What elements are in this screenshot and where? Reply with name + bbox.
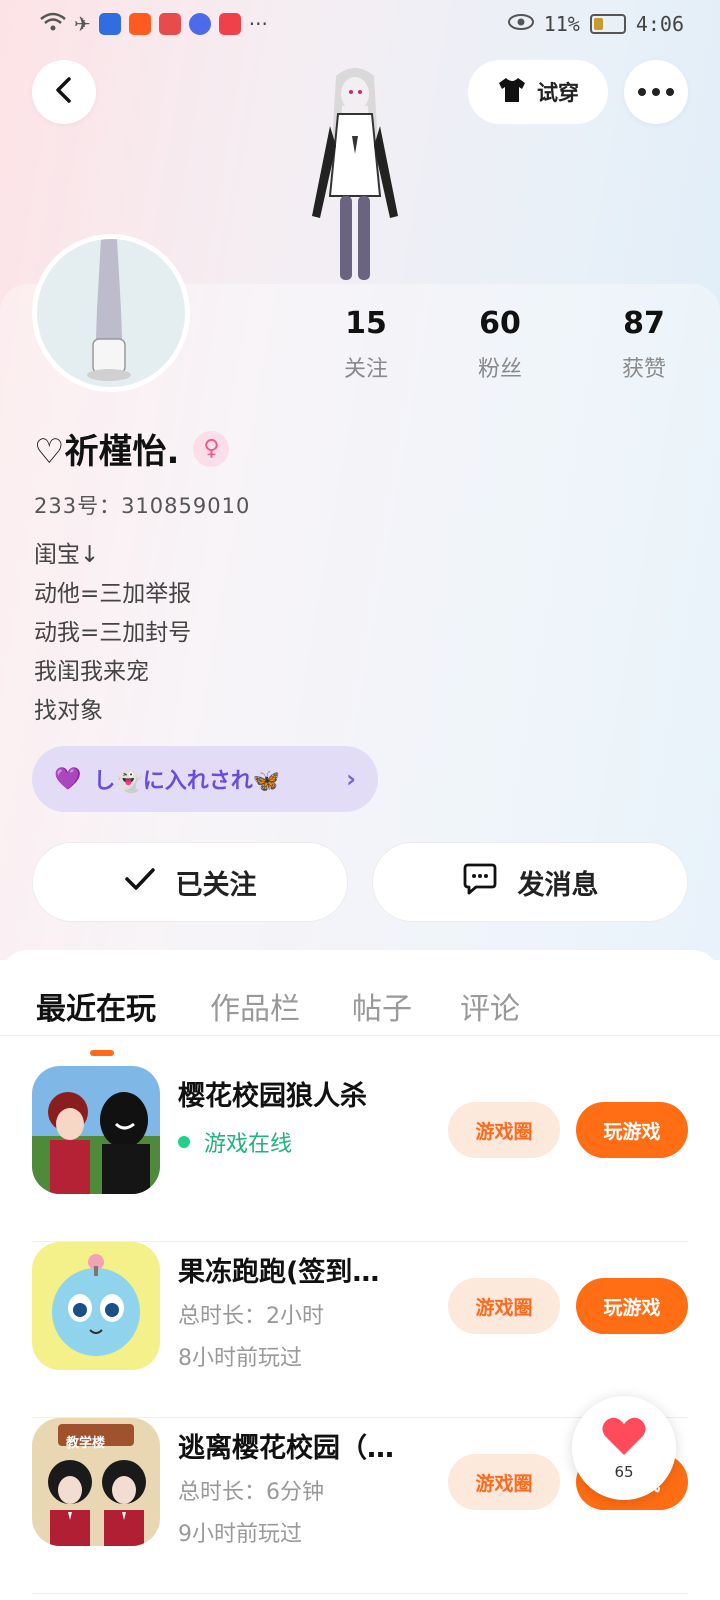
stat-label: 粉丝 (477, 357, 522, 382)
row-divider (32, 1593, 688, 1594)
bio-line: 动他=三加举报 (34, 581, 192, 607)
game-circle-button[interactable]: 游戏圈 (448, 1278, 560, 1334)
bio: 闺宝↓ 动他=三加举报 动我=三加封号 我闺我来宠 找对象 (34, 536, 191, 731)
tab-posts[interactable]: 帖子 (352, 984, 412, 1028)
tabs-divider (0, 1035, 720, 1036)
status-right: 11% 4:06 (507, 12, 684, 36)
app-icon-blue (98, 13, 121, 35)
game-icon[interactable]: 教学楼 (32, 1418, 160, 1546)
more-button[interactable] (624, 60, 688, 124)
battery-percent: 11% (543, 12, 580, 36)
game-icon[interactable] (32, 1242, 160, 1370)
message-label: 发消息 (517, 869, 599, 901)
app-icon-pink (218, 13, 241, 35)
status-bar: ✈ ··· 11% 4:06 (0, 0, 720, 48)
heart-icon: 💜 (54, 766, 82, 792)
like-count: 65 (614, 1463, 634, 1481)
play-game-button[interactable]: 玩游戏 (576, 1102, 688, 1158)
game-icon-caption: 教学楼 (66, 1436, 106, 1451)
chevron-right-icon: › (346, 765, 356, 793)
tab-comments[interactable]: 评论 (460, 984, 520, 1028)
online-status: 游戏在线 (178, 1126, 292, 1158)
bio-line: 找对象 (34, 698, 103, 724)
total-play-time: 总时长：6分钟 (178, 1480, 324, 1505)
stat-following[interactable]: 15 关注 (306, 306, 426, 383)
checkmark-icon (124, 866, 156, 899)
game-icon[interactable] (32, 1066, 160, 1194)
stat-label: 获赞 (621, 357, 666, 382)
game-title: 樱花校园狼人杀 (178, 1081, 367, 1112)
game-title: 逃离樱花校园（… (178, 1433, 394, 1464)
stat-value: 60 (479, 306, 521, 341)
more-notifications-icon: ··· (248, 12, 268, 36)
tab-bar: 最近在玩 作品栏 帖子 评论 (0, 974, 720, 1056)
game-title: 果冻跑跑(签到… (178, 1257, 380, 1288)
stat-likes[interactable]: 87 获赞 (584, 306, 704, 383)
app-icon-orange (128, 13, 151, 35)
battery-icon (589, 14, 626, 34)
stat-label: 关注 (343, 357, 388, 382)
tab-recently-played[interactable]: 最近在玩 (36, 984, 156, 1028)
relationship-tag[interactable]: 💜 し👻に入れされ🦋 › (32, 746, 378, 812)
character-figure[interactable] (300, 66, 410, 282)
game-row[interactable]: 果冻跑跑(签到… 总时长：2小时 8小时前玩过 游戏圈 玩游戏 (32, 1242, 688, 1418)
stat-followers[interactable]: 60 粉丝 (440, 306, 560, 383)
heart-icon (601, 1415, 647, 1461)
chevron-left-icon (53, 77, 75, 107)
try-on-button[interactable]: 试穿 (468, 60, 608, 124)
app-icon-red (158, 13, 181, 35)
stat-value: 87 (623, 306, 665, 341)
online-label: 游戏在线 (204, 1132, 293, 1157)
tab-works[interactable]: 作品栏 (210, 984, 300, 1028)
like-floating-button[interactable]: 65 (572, 1396, 676, 1500)
status-left: ✈ ··· (40, 12, 268, 37)
username: ♡祈槿怡. (34, 432, 180, 472)
wifi-icon (40, 12, 66, 37)
eye-icon (507, 12, 534, 36)
chat-bubble-icon (462, 862, 498, 903)
more-dots-icon (638, 88, 674, 96)
avatar[interactable] (32, 234, 190, 392)
bio-line: 我闺我来宠 (34, 659, 149, 685)
try-on-label: 试穿 (537, 81, 579, 105)
clock: 4:06 (635, 12, 684, 36)
airplane-icon: ✈ (74, 12, 91, 36)
online-dot-icon (178, 1136, 190, 1148)
female-gender-icon: ♀ (193, 430, 230, 467)
name-row: ♡祈槿怡. ♀ (34, 424, 230, 473)
music-app-icon (188, 13, 211, 35)
total-play-time: 总时长：2小时 (178, 1304, 324, 1329)
back-button[interactable] (32, 60, 96, 124)
tshirt-icon (497, 76, 527, 109)
active-tab-indicator (90, 1050, 114, 1056)
game-row[interactable]: 樱花校园狼人杀 游戏在线 游戏圈 玩游戏 (32, 1066, 688, 1242)
bio-line: 闺宝↓ (34, 542, 100, 568)
game-circle-button[interactable]: 游戏圈 (448, 1454, 560, 1510)
send-message-button[interactable]: 发消息 (372, 842, 688, 922)
play-game-button[interactable]: 玩游戏 (576, 1278, 688, 1334)
tag-text: し👻に入れされ🦋 (93, 769, 281, 794)
last-played: 9小时前玩过 (178, 1522, 302, 1547)
bio-line: 动我=三加封号 (34, 620, 192, 646)
stat-value: 15 (345, 306, 387, 341)
game-circle-button[interactable]: 游戏圈 (448, 1102, 560, 1158)
following-label: 已关注 (175, 869, 257, 901)
last-played: 8小时前玩过 (178, 1346, 302, 1371)
following-button[interactable]: 已关注 (32, 842, 348, 922)
user-id[interactable]: 233号：310859010 (34, 490, 250, 520)
